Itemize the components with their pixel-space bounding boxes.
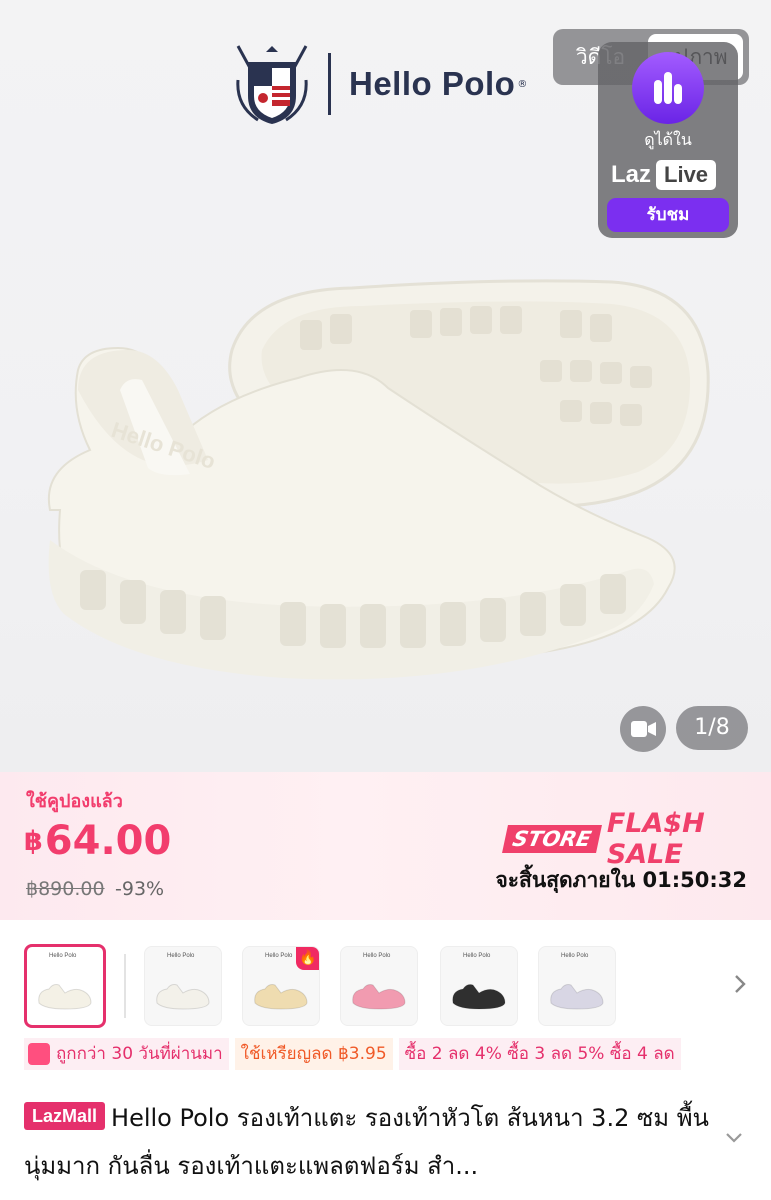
coupon-used-label: ใช้คูปองแล้ว xyxy=(26,791,123,812)
variant-shoe-image xyxy=(550,984,604,1010)
brand-logo: Hello Polo ® xyxy=(232,40,527,128)
variant-thumbnail[interactable]: Hello Polo xyxy=(340,946,418,1026)
promo-chips: ถูกกว่า 30 วันที่ผ่านมา ใช้เหรียญลด ฿3.9… xyxy=(24,1038,687,1070)
chip-lowest-price-label: ถูกกว่า 30 วันที่ผ่านมา xyxy=(56,1044,223,1064)
current-price: ฿64.00 xyxy=(24,818,171,864)
variant-brand-logo: Hello Polo xyxy=(363,953,391,959)
chip-coins-discount[interactable]: ใช้เหรียญลด ฿3.95 xyxy=(234,1038,393,1070)
variant-thumbnail[interactable]: Hello Polo xyxy=(440,946,518,1026)
product-photo-clog: Hello Polo xyxy=(47,279,710,680)
store-tag: STORE xyxy=(502,825,602,853)
variant-brand-logo: Hello Polo xyxy=(167,953,195,959)
polo-crest-icon xyxy=(236,45,308,124)
variant-thumbnail[interactable]: Hello Polo xyxy=(144,946,222,1026)
chip-bundle-discount[interactable]: ซื้อ 2 ลด 4% ซื้อ 3 ลด 5% ซื้อ 4 ลด xyxy=(398,1038,681,1070)
variant-thumbnail[interactable]: Hello Polo 🔥 xyxy=(242,946,320,1026)
sale-countdown: จะสิ้นสุดภายใน 01:50:32 xyxy=(495,868,747,892)
variant-shoe-image xyxy=(156,984,210,1010)
product-image-gallery[interactable]: Hello Polo ® Hello Polo ดูได้ใน Laz Live… xyxy=(0,0,771,772)
discount-percent: -93% xyxy=(115,878,165,900)
variant-brand-logo: Hello Polo xyxy=(561,953,589,959)
live-bars-icon xyxy=(632,52,704,124)
brand-divider xyxy=(328,53,331,115)
lazlive-logo: Laz Live xyxy=(611,158,717,192)
variant-brand-logo: Hello Polo xyxy=(265,953,293,959)
chevron-down-icon[interactable] xyxy=(724,1130,744,1146)
chip-lowest-price[interactable]: ถูกกว่า 30 วันที่ผ่านมา xyxy=(24,1038,229,1070)
brand-name: Hello Polo xyxy=(349,65,516,102)
variant-shoe-image xyxy=(452,984,506,1010)
variant-shoe-image xyxy=(38,984,92,1010)
currency-symbol: ฿ xyxy=(24,826,43,857)
image-counter: 1/8 xyxy=(676,706,748,750)
variant-thumbnail[interactable]: Hello Polo xyxy=(24,944,106,1028)
price-value: 64.00 xyxy=(44,818,172,864)
variant-brand-logo: Hello Polo xyxy=(49,953,77,959)
store-flash-sale-badge: STORE FLA$H SALE xyxy=(502,808,771,870)
variant-divider xyxy=(124,954,126,1018)
variant-selector: Hello Polo Hello Polo Hello Polo 🔥 Hello Pol… xyxy=(0,936,771,1036)
variant-thumbnail[interactable]: Hello Polo xyxy=(538,946,616,1026)
live-text: Live xyxy=(656,160,717,190)
variant-shoe-image xyxy=(352,984,406,1010)
price-drop-icon xyxy=(28,1043,50,1065)
laz-text: Laz xyxy=(611,161,652,188)
lazmall-badge: LazMall xyxy=(24,1102,106,1130)
flash-sale-text: FLA$H SALE xyxy=(606,808,705,870)
watch-in-label: ดูได้ใน xyxy=(644,130,692,149)
chevron-right-icon[interactable] xyxy=(730,972,750,996)
hot-fire-icon: 🔥 xyxy=(296,947,319,970)
price-section: ใช้คูปองแล้ว ฿64.00 ฿890.00 -93% STORE F… xyxy=(0,772,771,920)
watch-button[interactable]: รับชม xyxy=(607,198,729,232)
registered-mark: ® xyxy=(517,78,528,90)
product-title: LazMall Hello Polo รองเท้าแตะ รองเท้าหัวโ… xyxy=(24,1094,724,1190)
lazlive-widget[interactable]: ดูได้ใน Laz Live รับชม xyxy=(598,42,738,238)
original-price: ฿890.00 xyxy=(26,878,105,900)
product-title-text: Hello Polo รองเท้าแตะ รองเท้าหัวโต ส้นหน… xyxy=(24,1104,709,1180)
video-camera-icon[interactable] xyxy=(620,706,666,752)
variant-shoe-image xyxy=(254,984,308,1010)
variant-brand-logo: Hello Polo xyxy=(463,953,491,959)
